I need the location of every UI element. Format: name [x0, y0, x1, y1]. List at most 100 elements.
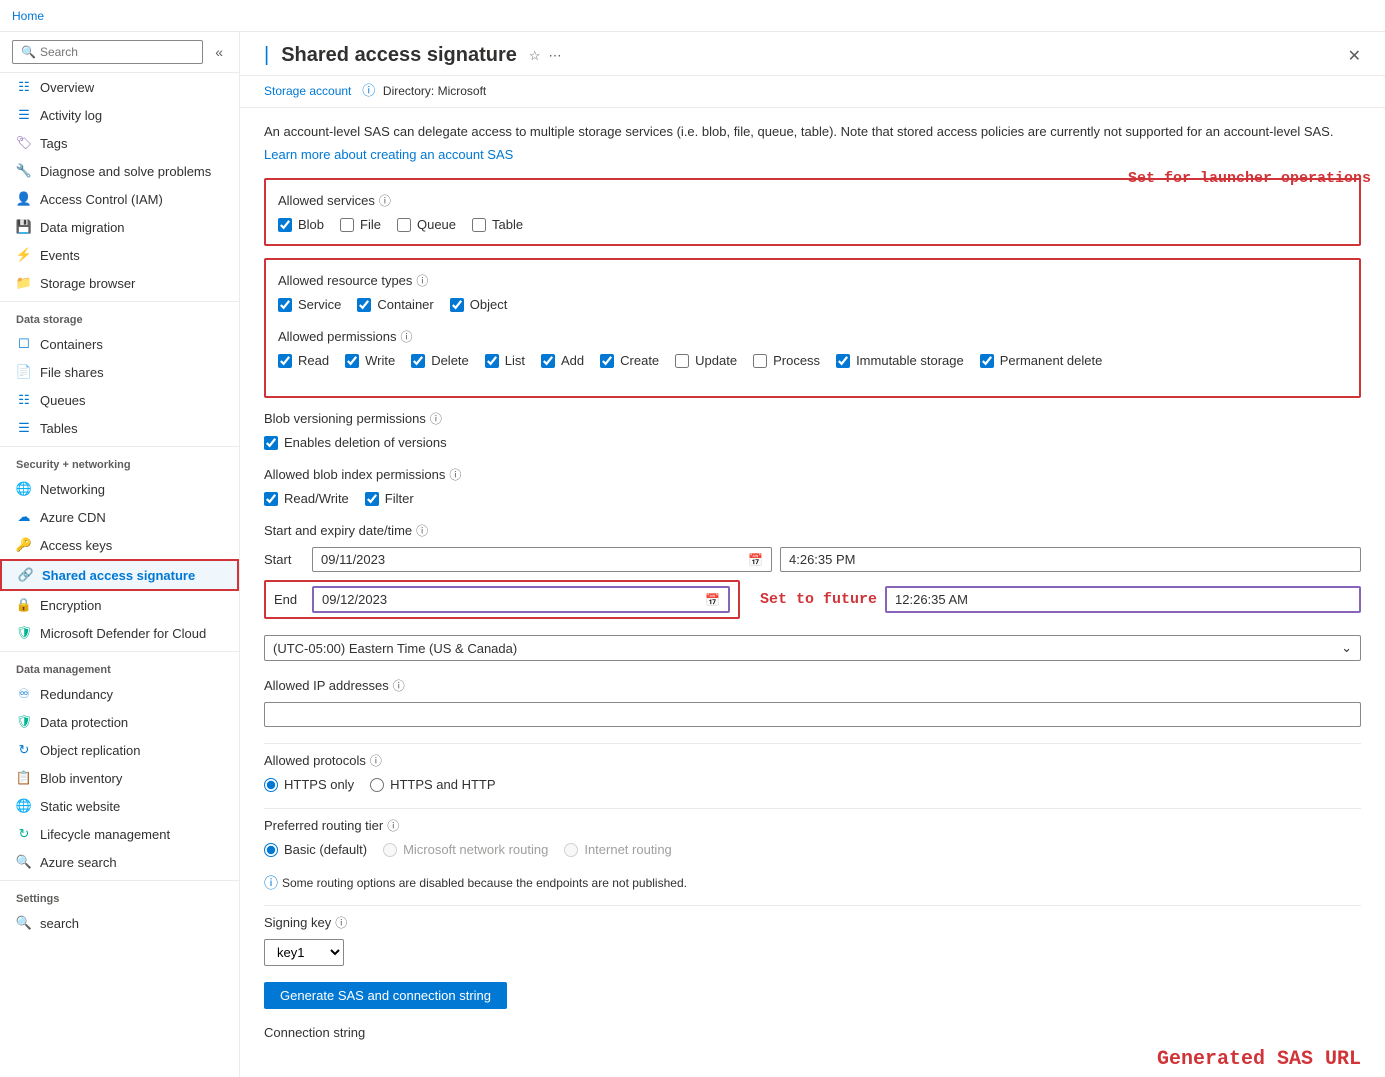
start-calendar-icon[interactable]: 📅: [748, 553, 763, 567]
https-only-radio[interactable]: [264, 778, 278, 792]
start-time-input[interactable]: 4:26:35 PM: [780, 547, 1361, 572]
blob-checkbox-item[interactable]: Blob: [278, 217, 324, 232]
sidebar-item-blob-inventory[interactable]: 📋 Blob inventory: [0, 764, 239, 792]
create-checkbox[interactable]: [600, 354, 614, 368]
blob-index-info-icon[interactable]: ⓘ: [449, 466, 461, 483]
ellipsis-icon[interactable]: ⋯: [549, 48, 562, 64]
search-input[interactable]: [40, 45, 194, 59]
list-checkbox-item[interactable]: List: [485, 353, 525, 368]
sidebar-item-containers[interactable]: ☐ Containers: [0, 330, 239, 358]
permissions-info-icon[interactable]: ⓘ: [401, 328, 413, 345]
sidebar-item-data-migration[interactable]: 💾 Data migration: [0, 213, 239, 241]
sidebar-item-iam[interactable]: 👤 Access Control (IAM): [0, 185, 239, 213]
sidebar-item-static-website[interactable]: 🌐 Static website: [0, 792, 239, 820]
timezone-select[interactable]: (UTC-05:00) Eastern Time (US & Canada) ⌄: [264, 635, 1361, 661]
table-checkbox-item[interactable]: Table: [472, 217, 523, 232]
filter-checkbox[interactable]: [365, 492, 379, 506]
sidebar-item-file-shares[interactable]: 📄 File shares: [0, 358, 239, 386]
basic-radio[interactable]: [264, 843, 278, 857]
sidebar-item-overview[interactable]: ☷ Overview: [0, 73, 239, 101]
sidebar-item-search[interactable]: 🔍 search: [0, 909, 239, 937]
sidebar-item-tags[interactable]: 🏷 Tags: [0, 129, 239, 157]
resource-types-info-icon[interactable]: ⓘ: [416, 272, 428, 289]
read-checkbox[interactable]: [278, 354, 292, 368]
sidebar-item-events[interactable]: ⚡ Events: [0, 241, 239, 269]
container-checkbox[interactable]: [357, 298, 371, 312]
update-checkbox-item[interactable]: Update: [675, 353, 737, 368]
sidebar-search-box[interactable]: 🔍: [12, 40, 203, 64]
add-checkbox-item[interactable]: Add: [541, 353, 584, 368]
https-http-radio[interactable]: [370, 778, 384, 792]
sidebar-item-azure-cdn[interactable]: ☁ Azure CDN: [0, 503, 239, 531]
file-checkbox-item[interactable]: File: [340, 217, 381, 232]
object-checkbox-item[interactable]: Object: [450, 297, 508, 312]
sidebar-collapse-button[interactable]: «: [211, 42, 227, 62]
https-http-radio-item[interactable]: HTTPS and HTTP: [370, 777, 495, 792]
sidebar-item-microsoft-defender[interactable]: 🛡 Microsoft Defender for Cloud: [0, 619, 239, 647]
allowed-ip-info-icon[interactable]: ⓘ: [393, 677, 405, 694]
immutable-storage-checkbox[interactable]: [836, 354, 850, 368]
microsoft-network-radio-item[interactable]: Microsoft network routing: [383, 842, 548, 857]
write-checkbox[interactable]: [345, 354, 359, 368]
file-checkbox[interactable]: [340, 218, 354, 232]
allowed-ip-input[interactable]: [264, 702, 1361, 727]
end-calendar-icon[interactable]: 📅: [705, 593, 720, 607]
enables-deletion-checkbox[interactable]: [264, 436, 278, 450]
filter-checkbox-item[interactable]: Filter: [365, 491, 414, 506]
add-checkbox[interactable]: [541, 354, 555, 368]
process-checkbox-item[interactable]: Process: [753, 353, 820, 368]
star-icon[interactable]: ☆: [529, 48, 541, 64]
home-breadcrumb[interactable]: Home: [12, 9, 44, 23]
sidebar-item-access-keys[interactable]: 🔑 Access keys: [0, 531, 239, 559]
sidebar-item-lifecycle-management[interactable]: ↻ Lifecycle management: [0, 820, 239, 848]
delete-checkbox-item[interactable]: Delete: [411, 353, 469, 368]
service-checkbox-item[interactable]: Service: [278, 297, 341, 312]
sidebar-item-diagnose[interactable]: 🔧 Diagnose and solve problems: [0, 157, 239, 185]
read-write-checkbox-item[interactable]: Read/Write: [264, 491, 349, 506]
table-checkbox[interactable]: [472, 218, 486, 232]
end-date-input[interactable]: 09/12/2023 📅: [312, 586, 730, 613]
end-time-input[interactable]: 12:26:35 AM: [885, 586, 1361, 613]
update-checkbox[interactable]: [675, 354, 689, 368]
basic-radio-item[interactable]: Basic (default): [264, 842, 367, 857]
permanent-delete-checkbox[interactable]: [980, 354, 994, 368]
https-only-radio-item[interactable]: HTTPS only: [264, 777, 354, 792]
sidebar-item-queues[interactable]: ☷ Queues: [0, 386, 239, 414]
delete-checkbox[interactable]: [411, 354, 425, 368]
blob-checkbox[interactable]: [278, 218, 292, 232]
sidebar-item-storage-browser[interactable]: 📁 Storage browser: [0, 269, 239, 297]
container-checkbox-item[interactable]: Container: [357, 297, 433, 312]
list-checkbox[interactable]: [485, 354, 499, 368]
service-checkbox[interactable]: [278, 298, 292, 312]
storage-account-label[interactable]: Storage account: [264, 84, 351, 98]
preferred-routing-info-icon[interactable]: ⓘ: [387, 817, 399, 834]
object-checkbox[interactable]: [450, 298, 464, 312]
queue-checkbox[interactable]: [397, 218, 411, 232]
queue-checkbox-item[interactable]: Queue: [397, 217, 456, 232]
start-date-input[interactable]: 09/11/2023 📅: [312, 547, 772, 572]
enables-deletion-checkbox-item[interactable]: Enables deletion of versions: [264, 435, 447, 450]
read-checkbox-item[interactable]: Read: [278, 353, 329, 368]
sidebar-item-shared-access-signature[interactable]: 🔗 Shared access signature: [0, 559, 239, 591]
sidebar-item-networking[interactable]: 🌐 Networking: [0, 475, 239, 503]
internet-radio[interactable]: [564, 843, 578, 857]
sidebar-item-azure-search[interactable]: 🔍 Azure search: [0, 848, 239, 876]
microsoft-network-radio[interactable]: [383, 843, 397, 857]
sidebar-item-data-protection[interactable]: 🛡 Data protection: [0, 708, 239, 736]
signing-key-info-icon[interactable]: ⓘ: [335, 914, 347, 931]
sidebar-item-encryption[interactable]: 🔒 Encryption: [0, 591, 239, 619]
learn-more-link[interactable]: Learn more about creating an account SAS: [264, 147, 513, 162]
internet-radio-item[interactable]: Internet routing: [564, 842, 671, 857]
immutable-storage-checkbox-item[interactable]: Immutable storage: [836, 353, 964, 368]
permanent-delete-checkbox-item[interactable]: Permanent delete: [980, 353, 1103, 368]
sidebar-item-object-replication[interactable]: ↻ Object replication: [0, 736, 239, 764]
allowed-services-info-icon[interactable]: ⓘ: [379, 192, 391, 209]
generate-sas-button[interactable]: Generate SAS and connection string: [264, 982, 507, 1009]
read-write-checkbox[interactable]: [264, 492, 278, 506]
close-button[interactable]: ✕: [1348, 46, 1361, 66]
create-checkbox-item[interactable]: Create: [600, 353, 659, 368]
sidebar-item-tables[interactable]: ☰ Tables: [0, 414, 239, 442]
datetime-info-icon[interactable]: ⓘ: [416, 522, 428, 539]
sidebar-item-redundancy[interactable]: ♾ Redundancy: [0, 680, 239, 708]
blob-versioning-info-icon[interactable]: ⓘ: [430, 410, 442, 427]
